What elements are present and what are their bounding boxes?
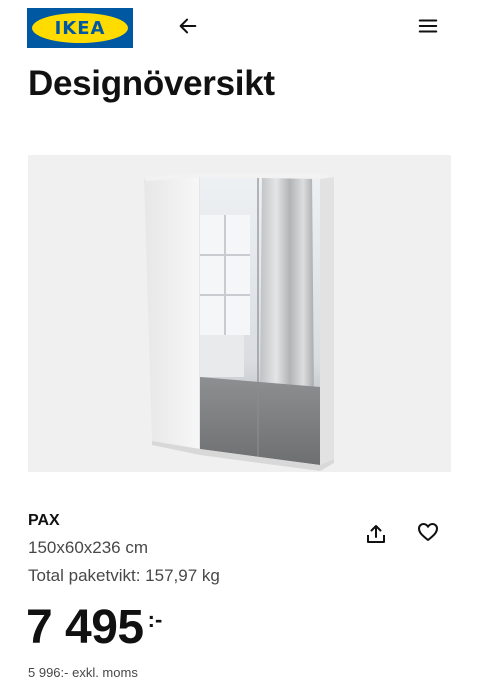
product-weight: Total paketvikt: 157,97 kg	[28, 566, 220, 585]
heart-icon	[418, 523, 438, 541]
price: 7 495 :-	[26, 600, 162, 656]
ikea-logo[interactable]: IKEA	[27, 8, 133, 48]
logo-oval: IKEA	[32, 13, 128, 43]
back-button[interactable]	[172, 10, 204, 42]
hamburger-menu-icon	[418, 19, 438, 33]
wardrobe-image	[144, 173, 334, 471]
share-button[interactable]	[362, 520, 390, 548]
product-name: PAX	[28, 512, 60, 529]
product-dimensions: 150x60x236 cm	[28, 538, 149, 557]
top-bar: IKEA	[0, 0, 480, 60]
page-title: Designöversikt	[28, 64, 275, 103]
share-icon	[367, 525, 385, 543]
price-amount: 7 495	[26, 601, 144, 654]
menu-button[interactable]	[412, 10, 444, 42]
arrow-left-icon	[179, 18, 197, 34]
product-image[interactable]	[28, 155, 451, 472]
price-currency-suffix: :-	[147, 607, 163, 632]
logo-text: IKEA	[54, 17, 106, 39]
price-excluding-vat: 5 996:- exkl. moms	[28, 665, 138, 680]
favorite-button[interactable]	[414, 518, 442, 546]
